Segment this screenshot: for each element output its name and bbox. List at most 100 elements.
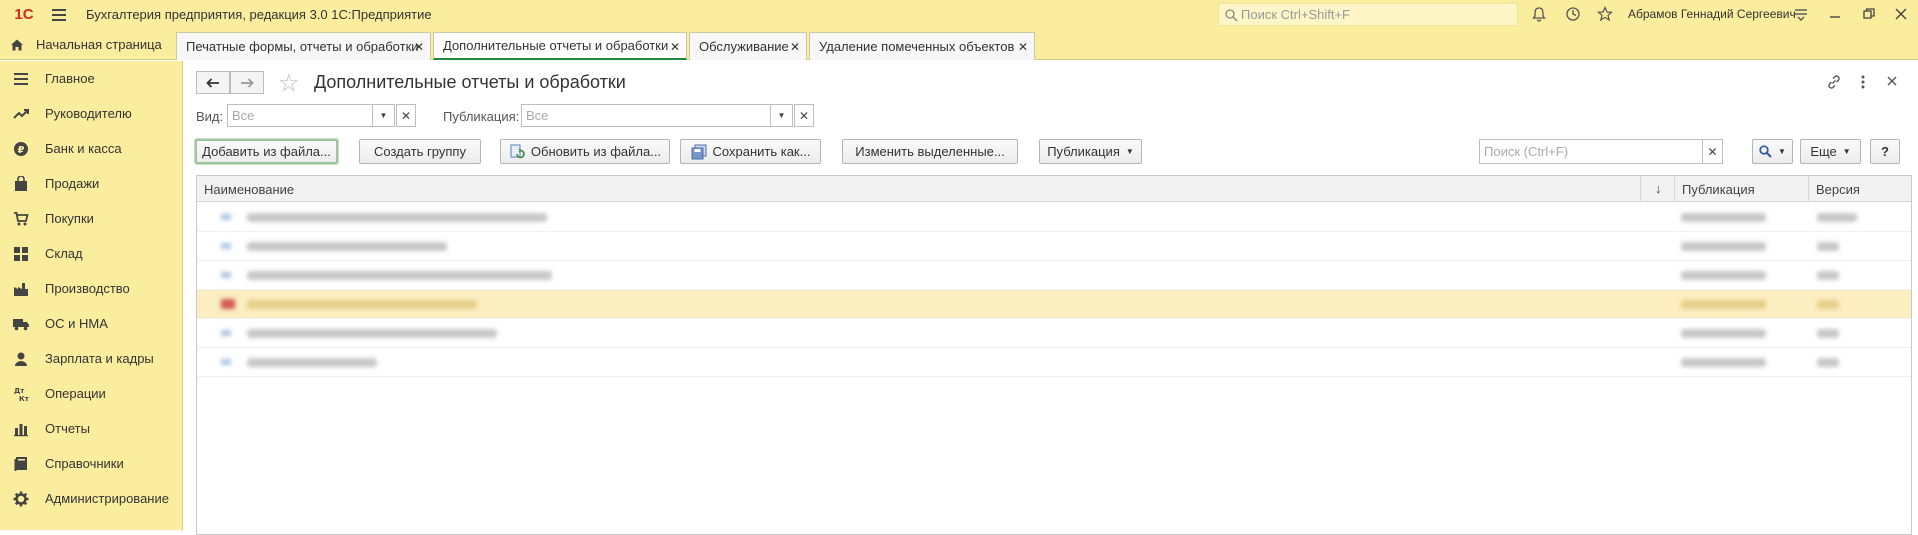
restore-icon[interactable] [1860,5,1878,23]
vid-clear-button[interactable]: ✕ [396,104,416,127]
settings-lines-icon[interactable] [1792,5,1810,23]
tab-home[interactable]: Начальная страница [0,29,174,60]
table-header: Наименование ↓ Публикация Версия [197,176,1911,202]
help-button[interactable]: ? [1870,139,1900,164]
more-vertical-icon[interactable] [1860,74,1866,93]
sidebar-item-label: Справочники [45,456,124,471]
table-row[interactable] [197,232,1911,261]
forward-button[interactable] [230,71,264,94]
sidebar-item-sales[interactable]: Продажи [0,166,183,201]
user-name[interactable]: Абрамов Геннадий Сергеевич [1628,7,1796,21]
shopping-bag-icon [12,175,30,193]
chevron-down-icon[interactable]: ▼ [770,105,792,126]
sidebar-item-label: Покупки [45,211,94,226]
close-icon[interactable]: ✕ [414,40,424,54]
tab-label: Обслуживание [699,39,789,54]
history-icon[interactable] [1564,5,1582,23]
row-version-blurred [1817,213,1857,222]
tab-home-label: Начальная страница [36,37,162,52]
dt-kt-icon: Дт Кт [12,385,30,403]
row-publication-blurred [1681,329,1766,338]
tab-maintenance[interactable]: Обслуживание ✕ [689,32,807,60]
trend-icon [12,105,30,123]
publication-clear-button[interactable]: ✕ [794,104,814,127]
sidebar-item-label: Администрирование [45,491,169,506]
search-button[interactable]: ▼ [1752,139,1793,164]
search-clear-button[interactable]: ✕ [1703,139,1723,164]
sidebar-item-warehouse[interactable]: Склад [0,236,183,271]
add-from-file-button[interactable]: Добавить из файла... [195,139,338,164]
column-label: Публикация [1682,181,1755,197]
sidebar-item-production[interactable]: Производство [0,271,183,306]
row-version-blurred [1817,329,1839,338]
save-as-button[interactable]: Сохранить как... [680,139,821,164]
sidebar-item-operations[interactable]: Дт Кт Операции [0,376,183,411]
sort-arrow-down-icon[interactable]: ↓ [1655,181,1662,196]
reports-table[interactable]: Наименование ↓ Публикация Версия [196,175,1912,535]
bell-icon[interactable] [1530,5,1548,23]
table-row[interactable] [197,348,1911,377]
global-search-input[interactable]: Поиск Ctrl+Shift+F [1218,3,1518,26]
sidebar-item-admin[interactable]: Администрирование [0,481,183,516]
change-selected-button[interactable]: Изменить выделенные... [842,139,1018,164]
ruble-coin-icon: ₽ [12,140,30,158]
close-window-icon[interactable] [1892,5,1910,23]
truck-icon [12,315,30,333]
main-menu-icon[interactable] [44,0,74,29]
search-input[interactable]: Поиск (Ctrl+F) [1479,139,1703,164]
close-icon[interactable]: ✕ [1018,40,1028,54]
minimize-icon[interactable] [1826,5,1844,23]
sidebar-item-main[interactable]: Главное [0,61,183,96]
publication-menu-button[interactable]: Публикация ▼ [1039,139,1142,164]
sidebar-item-label: Производство [45,281,130,296]
more-button[interactable]: Еще ▼ [1800,139,1861,164]
sidebar-item-director[interactable]: Руководителю [0,96,183,131]
table-row[interactable] [197,261,1911,290]
sidebar-item-salary[interactable]: Зарплата и кадры [0,341,183,376]
factory-icon [12,280,30,298]
favorite-star-icon[interactable]: ☆ [278,69,300,98]
button-label: Публикация [1047,144,1120,159]
dropdown-arrow-icon: ▼ [1125,147,1134,156]
sidebar-item-bank[interactable]: ₽ Банк и касса [0,131,183,166]
table-row-selected[interactable] [197,290,1911,319]
tab-delete-marked[interactable]: Удаление помеченных объектов ✕ [809,32,1035,60]
column-header-name[interactable]: Наименование [197,176,1641,202]
table-row[interactable] [197,203,1911,232]
table-row[interactable] [197,319,1911,348]
page-title: Дополнительные отчеты и обработки [314,72,626,92]
sidebar-item-purchases[interactable]: Покупки [0,201,183,236]
publication-value: Все [526,108,549,123]
row-name-blurred [247,300,477,309]
publication-select[interactable]: Все ▼ [521,104,793,127]
tab-label: Удаление помеченных объектов [819,39,1015,54]
column-header-publication[interactable]: Публикация [1674,176,1809,202]
column-label: Наименование [204,181,295,197]
button-label: Создать группу [374,144,466,159]
chevron-down-icon[interactable]: ▼ [372,105,394,126]
update-from-file-button[interactable]: Обновить из файла... [500,139,670,164]
tab-label: Печатные формы, отчеты и обработки [186,39,419,54]
tab-print-forms[interactable]: Печатные формы, отчеты и обработки ✕ [176,32,431,60]
column-header-version[interactable]: Версия [1809,176,1912,202]
button-label: Сохранить как... [712,144,811,159]
close-icon[interactable]: ✕ [790,40,800,54]
sidebar-item-reports[interactable]: Отчеты [0,411,183,446]
publication-label: Публикация: [443,109,520,124]
favorites-star-icon[interactable] [1596,5,1614,23]
vid-select[interactable]: Все ▼ [227,104,395,127]
row-name-blurred [247,213,547,222]
link-icon[interactable] [1826,74,1842,93]
row-name-blurred [247,358,377,367]
back-button[interactable] [196,71,230,94]
sidebar-item-catalogs[interactable]: Справочники [0,446,183,481]
sidebar-item-label: Операции [45,386,106,401]
search-icon [1759,145,1772,158]
app-logo[interactable]: 1С [4,0,44,29]
button-label: ? [1881,144,1889,159]
create-group-button[interactable]: Создать группу [359,139,481,164]
close-icon[interactable]: ✕ [670,40,680,54]
sidebar-item-assets[interactable]: ОС и НМА [0,306,183,341]
close-form-icon[interactable] [1886,74,1898,90]
tab-additional-reports[interactable]: Дополнительные отчеты и обработки ✕ [433,32,687,60]
